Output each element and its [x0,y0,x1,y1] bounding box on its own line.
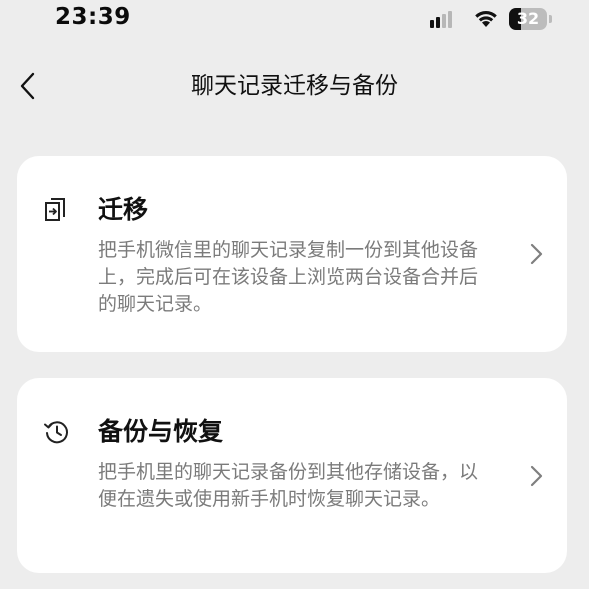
signal-bar [448,11,452,28]
chevron-right-icon [527,464,545,488]
migrate-description: 把手机微信里的聊天记录复制一份到其他设备上，完成后可在该设备上浏览两台设备合并后… [98,239,479,315]
backup-restore-card[interactable]: 备份与恢复 把手机里的聊天记录备份到其他存储设备，以便在遗失或使用新手机时恢复聊… [17,378,567,573]
migrate-title: 迁移 [98,195,149,224]
migrate-card[interactable]: 迁移 把手机微信里的聊天记录复制一份到其他设备上，完成后可在该设备上浏览两台设备… [17,156,567,352]
status-bar: 23:39 32 [0,0,589,44]
chevron-right-icon [527,242,545,266]
battery-percent: 32 [516,9,540,28]
signal-bar [430,20,434,28]
signal-bar [436,17,440,28]
battery-tip [549,15,552,23]
signal-bar [442,14,446,28]
history-icon [43,418,71,446]
backup-restore-title: 备份与恢复 [98,417,224,446]
backup-restore-description: 把手机里的聊天记录备份到其他存储设备，以便在遗失或使用新手机时恢复聊天记录。 [98,461,479,510]
battery-icon: 32 [509,8,547,30]
page-title: 聊天记录迁移与备份 [191,73,398,99]
migrate-icon [43,196,71,224]
status-time: 23:39 [55,4,131,30]
cellular-signal-icon [430,11,452,28]
wifi-icon [473,8,499,32]
nav-bar: 聊天记录迁移与备份 [0,58,589,114]
